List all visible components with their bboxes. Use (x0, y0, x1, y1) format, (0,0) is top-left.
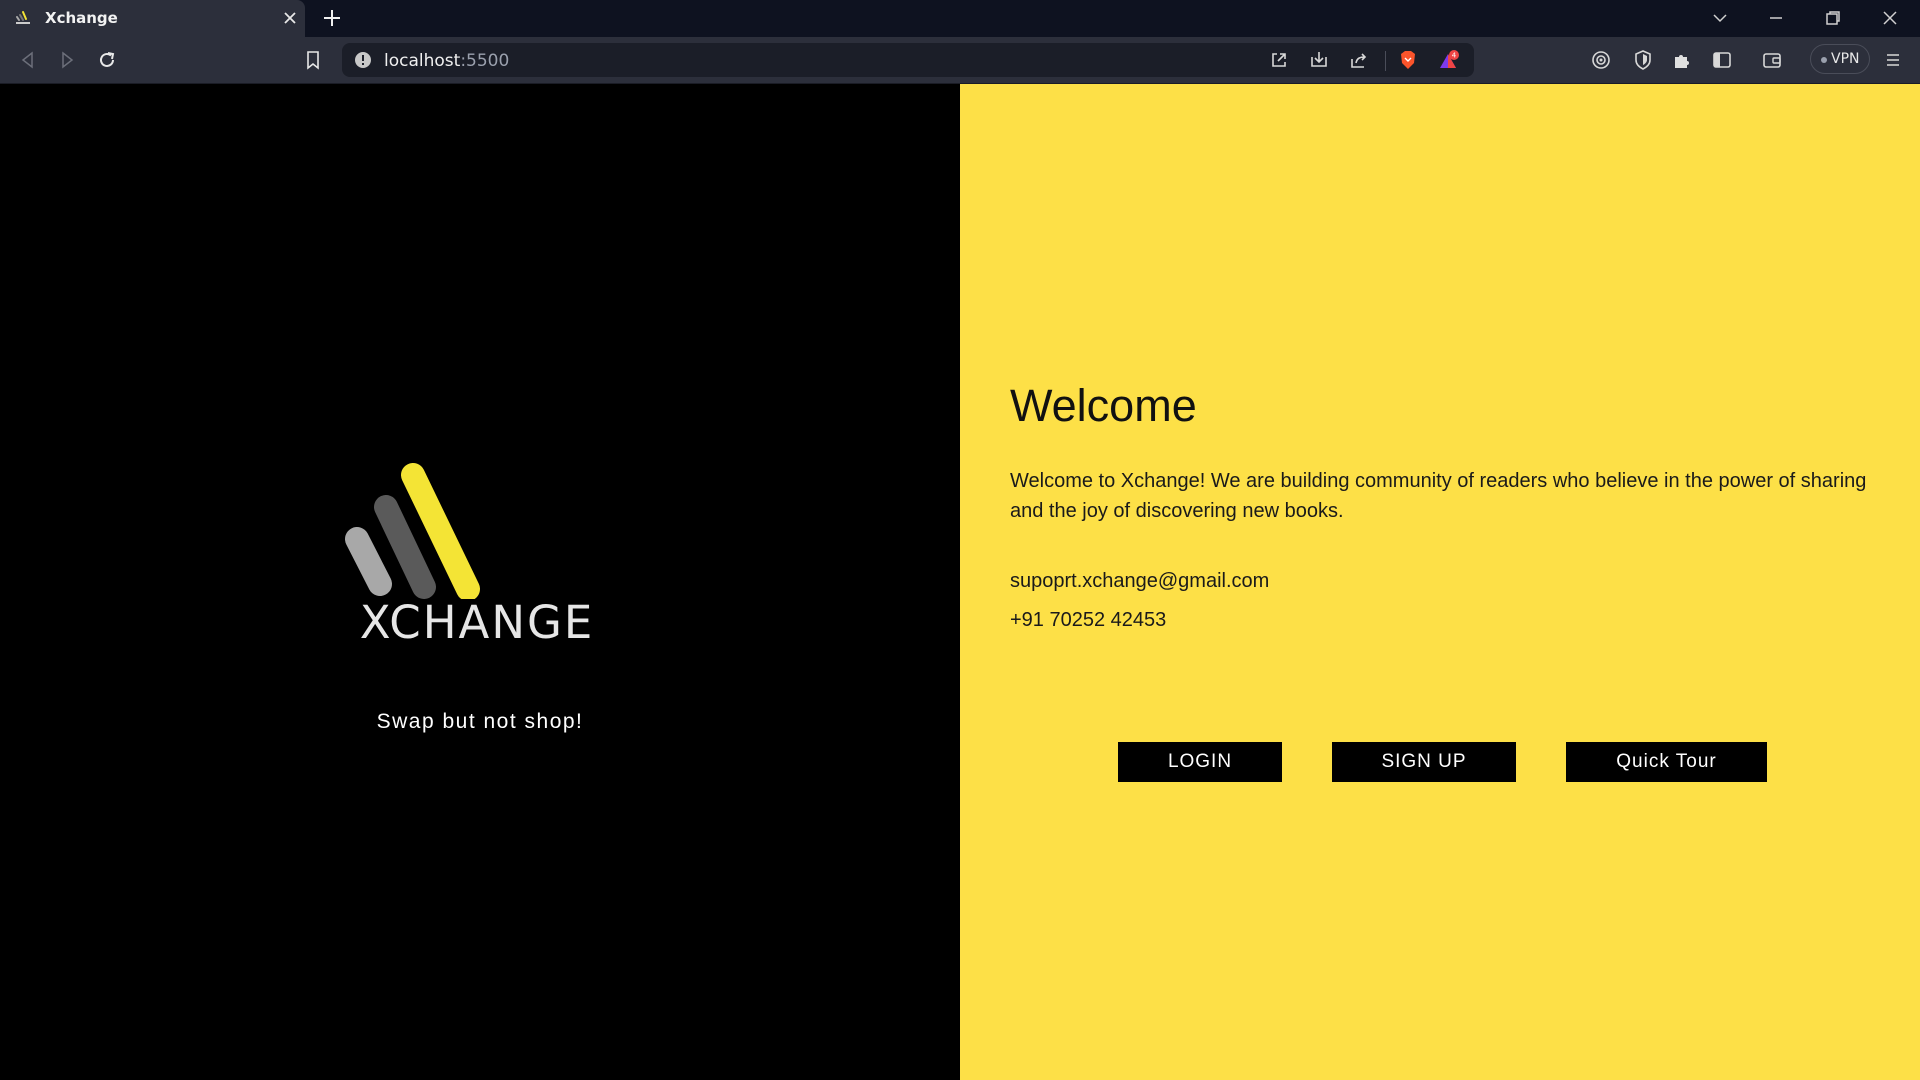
page-title: Welcome (1010, 380, 1197, 431)
tagline: Swap but not shop! (376, 710, 584, 733)
welcome-description: Welcome to Xchange! We are building comm… (1010, 470, 1867, 522)
login-button[interactable]: LOGIN (1118, 742, 1282, 782)
logo-mark (345, 463, 480, 601)
back-icon[interactable] (17, 49, 39, 71)
leo-icon[interactable] (1590, 49, 1612, 71)
vpn-status-dot (1821, 57, 1827, 63)
vpn-button[interactable]: VPN (1810, 44, 1870, 74)
wallet-icon[interactable] (1761, 49, 1783, 71)
rewards-badge-count: 4 (1452, 52, 1457, 60)
url-divider (1385, 51, 1386, 71)
url-port: :5500 (460, 51, 510, 71)
bookmark-icon[interactable] (302, 49, 324, 71)
restore-icon[interactable] (1822, 7, 1844, 29)
rewards-triangle-icon[interactable]: 4 (1438, 49, 1460, 71)
puzzle-icon[interactable] (1671, 49, 1693, 71)
info-icon[interactable] (354, 51, 372, 69)
brand-panel: XCHANGE Swap but not shop! (0, 84, 960, 1080)
shield-icon[interactable] (1632, 49, 1654, 71)
page-content: XCHANGE Swap but not shop! Welcome Welco… (0, 84, 1920, 1080)
browser-tab[interactable]: Xchange (0, 0, 305, 37)
address-bar[interactable]: localhost:5500 4 (342, 43, 1474, 77)
vpn-label: VPN (1831, 51, 1860, 67)
plus-icon[interactable] (321, 7, 343, 29)
sidebar-icon[interactable] (1711, 49, 1733, 71)
chevron-down-icon[interactable] (1709, 7, 1731, 29)
xchange-logo: XCHANGE (343, 459, 611, 649)
url-host: localhost (384, 51, 461, 71)
open-external-icon[interactable] (1268, 49, 1290, 71)
browser-tab-bar: Xchange (0, 0, 1920, 37)
install-icon[interactable] (1308, 49, 1330, 71)
share-icon[interactable] (1348, 49, 1370, 71)
logo-wordmark: XCHANGE (359, 596, 595, 649)
menu-icon[interactable] (1882, 49, 1904, 71)
forward-icon[interactable] (56, 49, 78, 71)
logo-stroke-light (345, 527, 392, 596)
signup-button[interactable]: SIGN UP (1332, 742, 1516, 782)
welcome-panel: Welcome Welcome to Xchange! We are build… (960, 84, 1920, 1080)
brave-lion-icon[interactable] (1397, 49, 1419, 71)
quick-tour-button[interactable]: Quick Tour (1566, 742, 1767, 782)
close-window-icon[interactable] (1879, 7, 1901, 29)
reload-icon[interactable] (96, 49, 118, 71)
minimize-icon[interactable] (1765, 7, 1787, 29)
contact-email: supoprt.xchange@gmail.com (1010, 570, 1270, 592)
logo-stroke-dark (374, 495, 436, 599)
xchange-logo-icon (16, 11, 30, 24)
tab-close-icon[interactable] (280, 8, 300, 28)
tab-title: Xchange (45, 9, 118, 27)
url-text: localhost:5500 (384, 51, 509, 71)
browser-toolbar: localhost:5500 4 VPN (0, 37, 1920, 84)
contact-phone: +91 70252 42453 (1010, 609, 1167, 631)
